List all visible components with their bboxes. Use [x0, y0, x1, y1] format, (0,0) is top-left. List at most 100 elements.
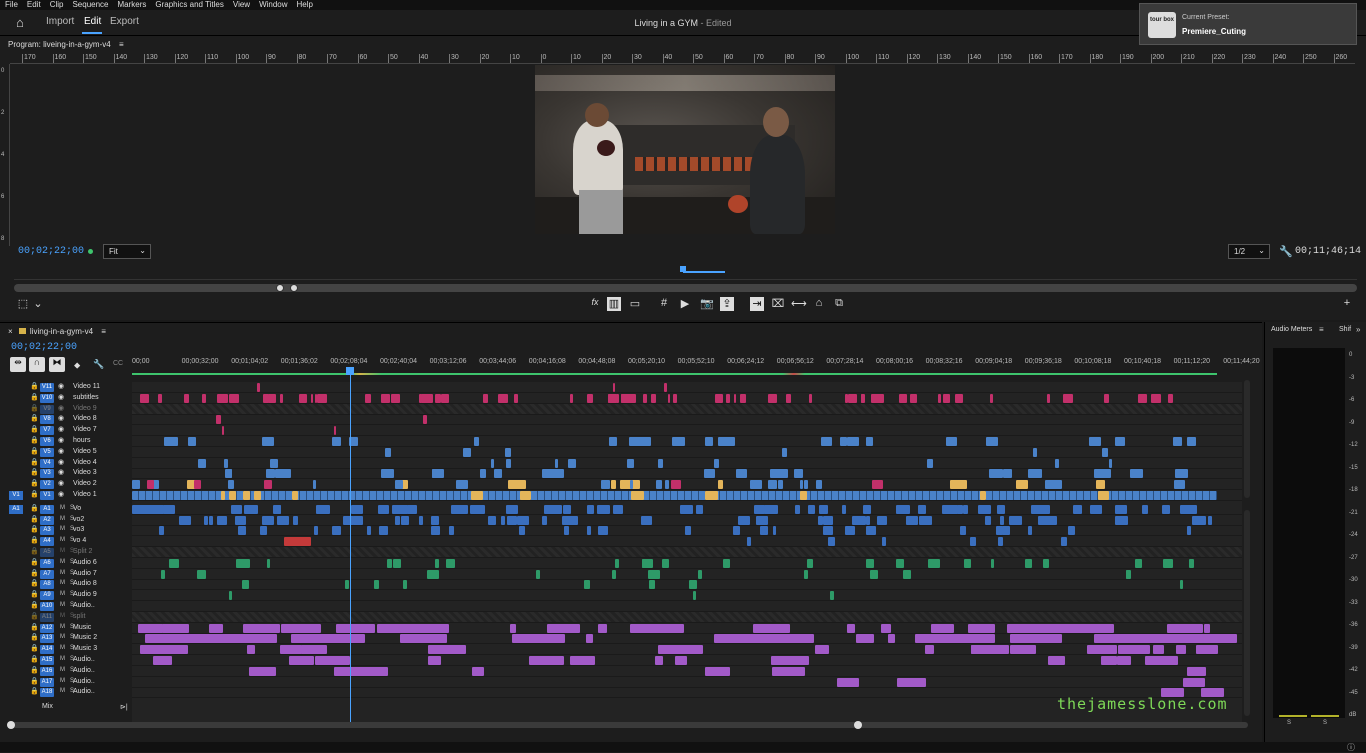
lock-icon[interactable]: 🔒 — [30, 414, 39, 422]
timeline-clip[interactable] — [586, 634, 593, 644]
timeline-clip[interactable] — [419, 515, 423, 525]
timeline-clip[interactable] — [163, 504, 175, 514]
track-lane-v4[interactable] — [132, 458, 1242, 469]
lock-icon[interactable]: 🔒 — [30, 515, 39, 523]
menu-item-clip[interactable]: Clip — [50, 0, 64, 10]
timeline-clip[interactable] — [456, 480, 468, 490]
timeline-clip[interactable] — [586, 393, 594, 403]
fx-icon[interactable]: fx — [588, 297, 602, 311]
timeline-clip[interactable] — [612, 383, 616, 392]
timeline-clip[interactable] — [570, 656, 596, 665]
resolution-select[interactable]: 1/2 ⌄ — [1228, 244, 1270, 259]
timeline-clip[interactable] — [381, 469, 394, 479]
timeline-clip[interactable] — [147, 504, 152, 514]
timeline-clip[interactable] — [725, 393, 731, 403]
timeline-clip[interactable] — [170, 437, 178, 446]
timeline-clip[interactable] — [799, 480, 804, 490]
mute-solo-buttons[interactable]: M S — [60, 559, 74, 565]
menu-item-graphics-and-titles[interactable]: Graphics and Titles — [155, 0, 223, 10]
timeline-clip[interactable] — [487, 515, 497, 525]
timeline-clip[interactable] — [350, 666, 389, 676]
captions-icon[interactable]: CC — [113, 360, 123, 367]
timeline-clip[interactable] — [1137, 393, 1147, 403]
timeline-clip[interactable] — [1007, 623, 1040, 633]
solo-right-button[interactable]: S — [1323, 720, 1327, 726]
timeline-clip[interactable] — [430, 526, 441, 536]
timeline-clip[interactable] — [553, 504, 561, 514]
timeline-clip[interactable] — [871, 480, 883, 490]
timeline-clip[interactable] — [608, 393, 617, 403]
timeline-clip[interactable] — [230, 634, 277, 644]
export-frame-icon[interactable]: ⇪ — [720, 297, 734, 311]
timeline-clip[interactable] — [586, 526, 591, 536]
mute-solo-buttons[interactable]: M S — [60, 667, 74, 673]
timeline-clip[interactable] — [544, 504, 550, 514]
shift-tab-label[interactable]: Shif — [1339, 326, 1351, 333]
timeline-clip[interactable] — [422, 415, 427, 425]
timeline-clip[interactable] — [1087, 623, 1115, 633]
timeline-clip[interactable] — [1114, 504, 1128, 514]
timeline-clip[interactable] — [472, 666, 485, 676]
timeline-clip[interactable] — [1101, 656, 1117, 665]
timeline-clip[interactable] — [846, 437, 853, 446]
mute-solo-buttons[interactable]: M S — [60, 645, 74, 651]
timeline-clip[interactable] — [768, 480, 778, 490]
timeline-clip[interactable] — [451, 504, 468, 514]
track-target-a17[interactable]: A17 — [40, 677, 54, 687]
timeline-clip[interactable] — [527, 634, 538, 644]
track-target-v4[interactable]: V4 — [40, 458, 54, 468]
timeline-clip[interactable] — [830, 591, 835, 601]
timeline-clip[interactable] — [1150, 393, 1161, 403]
timeline-clip[interactable] — [313, 526, 319, 536]
timeline-clip[interactable] — [695, 504, 703, 514]
zoom-scrollbar[interactable] — [14, 284, 1357, 292]
timeline-clip[interactable] — [264, 480, 273, 490]
track-lane-v8[interactable] — [132, 414, 1242, 426]
menu-item-markers[interactable]: Markers — [118, 0, 147, 10]
lift-icon-secondary[interactable]: ⌂ — [812, 297, 826, 311]
timeline-clip[interactable] — [842, 504, 847, 514]
mute-solo-buttons[interactable]: M S — [60, 678, 74, 684]
timeline-clip[interactable] — [562, 515, 575, 525]
eye-icon[interactable]: ◉ — [58, 490, 64, 498]
timeline-clip[interactable] — [989, 469, 1003, 479]
track-target-a10[interactable]: A10 — [40, 602, 54, 611]
timeline-clip[interactable] — [693, 591, 696, 601]
lock-icon[interactable]: 🔒 — [30, 404, 39, 412]
panel-menu-icon[interactable]: ≡ — [101, 327, 106, 336]
timeline-clip[interactable] — [421, 393, 432, 403]
timeline-clip[interactable] — [1010, 645, 1036, 655]
timeline-clip[interactable] — [229, 591, 233, 601]
timeline-clip[interactable] — [655, 480, 662, 490]
mute-solo-buttons[interactable]: M S — [60, 537, 74, 543]
timeline-clip[interactable] — [505, 447, 511, 457]
timeline-clip[interactable] — [332, 526, 341, 536]
lock-icon[interactable]: 🔒 — [30, 558, 39, 566]
timeline-clip[interactable] — [132, 480, 140, 490]
timeline-clip[interactable] — [298, 623, 322, 633]
timeline-clip[interactable] — [899, 393, 907, 403]
timeline-clip[interactable] — [498, 393, 508, 403]
timeline-clip[interactable] — [770, 469, 788, 479]
timeline-clip[interactable] — [996, 504, 1005, 514]
timeline-clip[interactable] — [930, 623, 954, 633]
timeline-clip[interactable] — [704, 666, 730, 676]
timeline-clip[interactable] — [753, 504, 765, 514]
track-header-a8[interactable]: 🔒 A8 M S Audio 8 — [0, 579, 131, 590]
timeline-clip[interactable] — [236, 515, 243, 525]
timeline-clip[interactable] — [614, 558, 620, 568]
timeline-clip[interactable] — [350, 504, 364, 514]
lock-icon[interactable]: 🔒 — [30, 612, 39, 620]
timeline-clip[interactable] — [395, 480, 403, 490]
track-target-a8[interactable]: A8 — [40, 580, 54, 590]
timeline-clip[interactable] — [1145, 656, 1178, 665]
timeline-clip[interactable] — [261, 515, 274, 525]
timeline-clip[interactable] — [860, 393, 866, 403]
timeline-clip[interactable] — [733, 526, 740, 536]
timeline-clip[interactable] — [1207, 634, 1237, 644]
timeline-clip[interactable] — [160, 569, 166, 579]
timeline-clip[interactable] — [1187, 437, 1197, 446]
timeline-clip[interactable] — [1055, 458, 1059, 468]
timeline-clip[interactable] — [384, 447, 392, 457]
timeline-clip[interactable] — [204, 515, 209, 525]
